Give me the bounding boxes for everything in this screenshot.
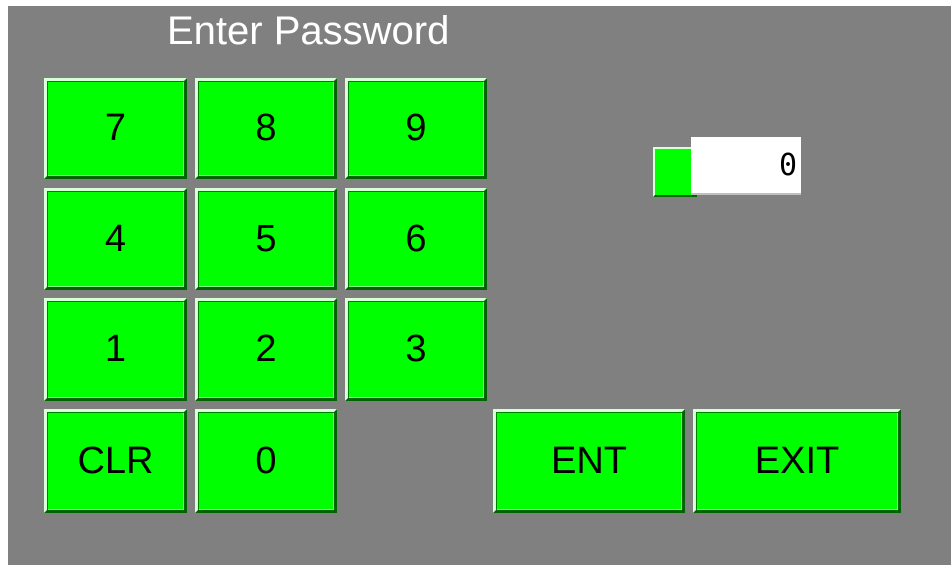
key-9-button[interactable]: 9: [345, 78, 487, 179]
password-display: 0: [653, 137, 803, 197]
key-1-button[interactable]: 1: [44, 298, 187, 401]
key-2-button[interactable]: 2: [195, 298, 337, 401]
exit-button[interactable]: EXIT: [693, 409, 901, 513]
key-0-button[interactable]: 0: [195, 409, 337, 513]
enter-button[interactable]: ENT: [493, 409, 685, 513]
key-8-button[interactable]: 8: [195, 78, 337, 179]
clear-button[interactable]: CLR: [44, 409, 187, 513]
page-title: Enter Password: [167, 9, 450, 53]
key-3-button[interactable]: 3: [345, 298, 487, 401]
key-5-button[interactable]: 5: [195, 188, 337, 290]
key-4-button[interactable]: 4: [44, 188, 187, 290]
key-7-button[interactable]: 7: [44, 78, 187, 179]
key-6-button[interactable]: 6: [345, 188, 487, 290]
password-value: 0: [691, 137, 801, 195]
